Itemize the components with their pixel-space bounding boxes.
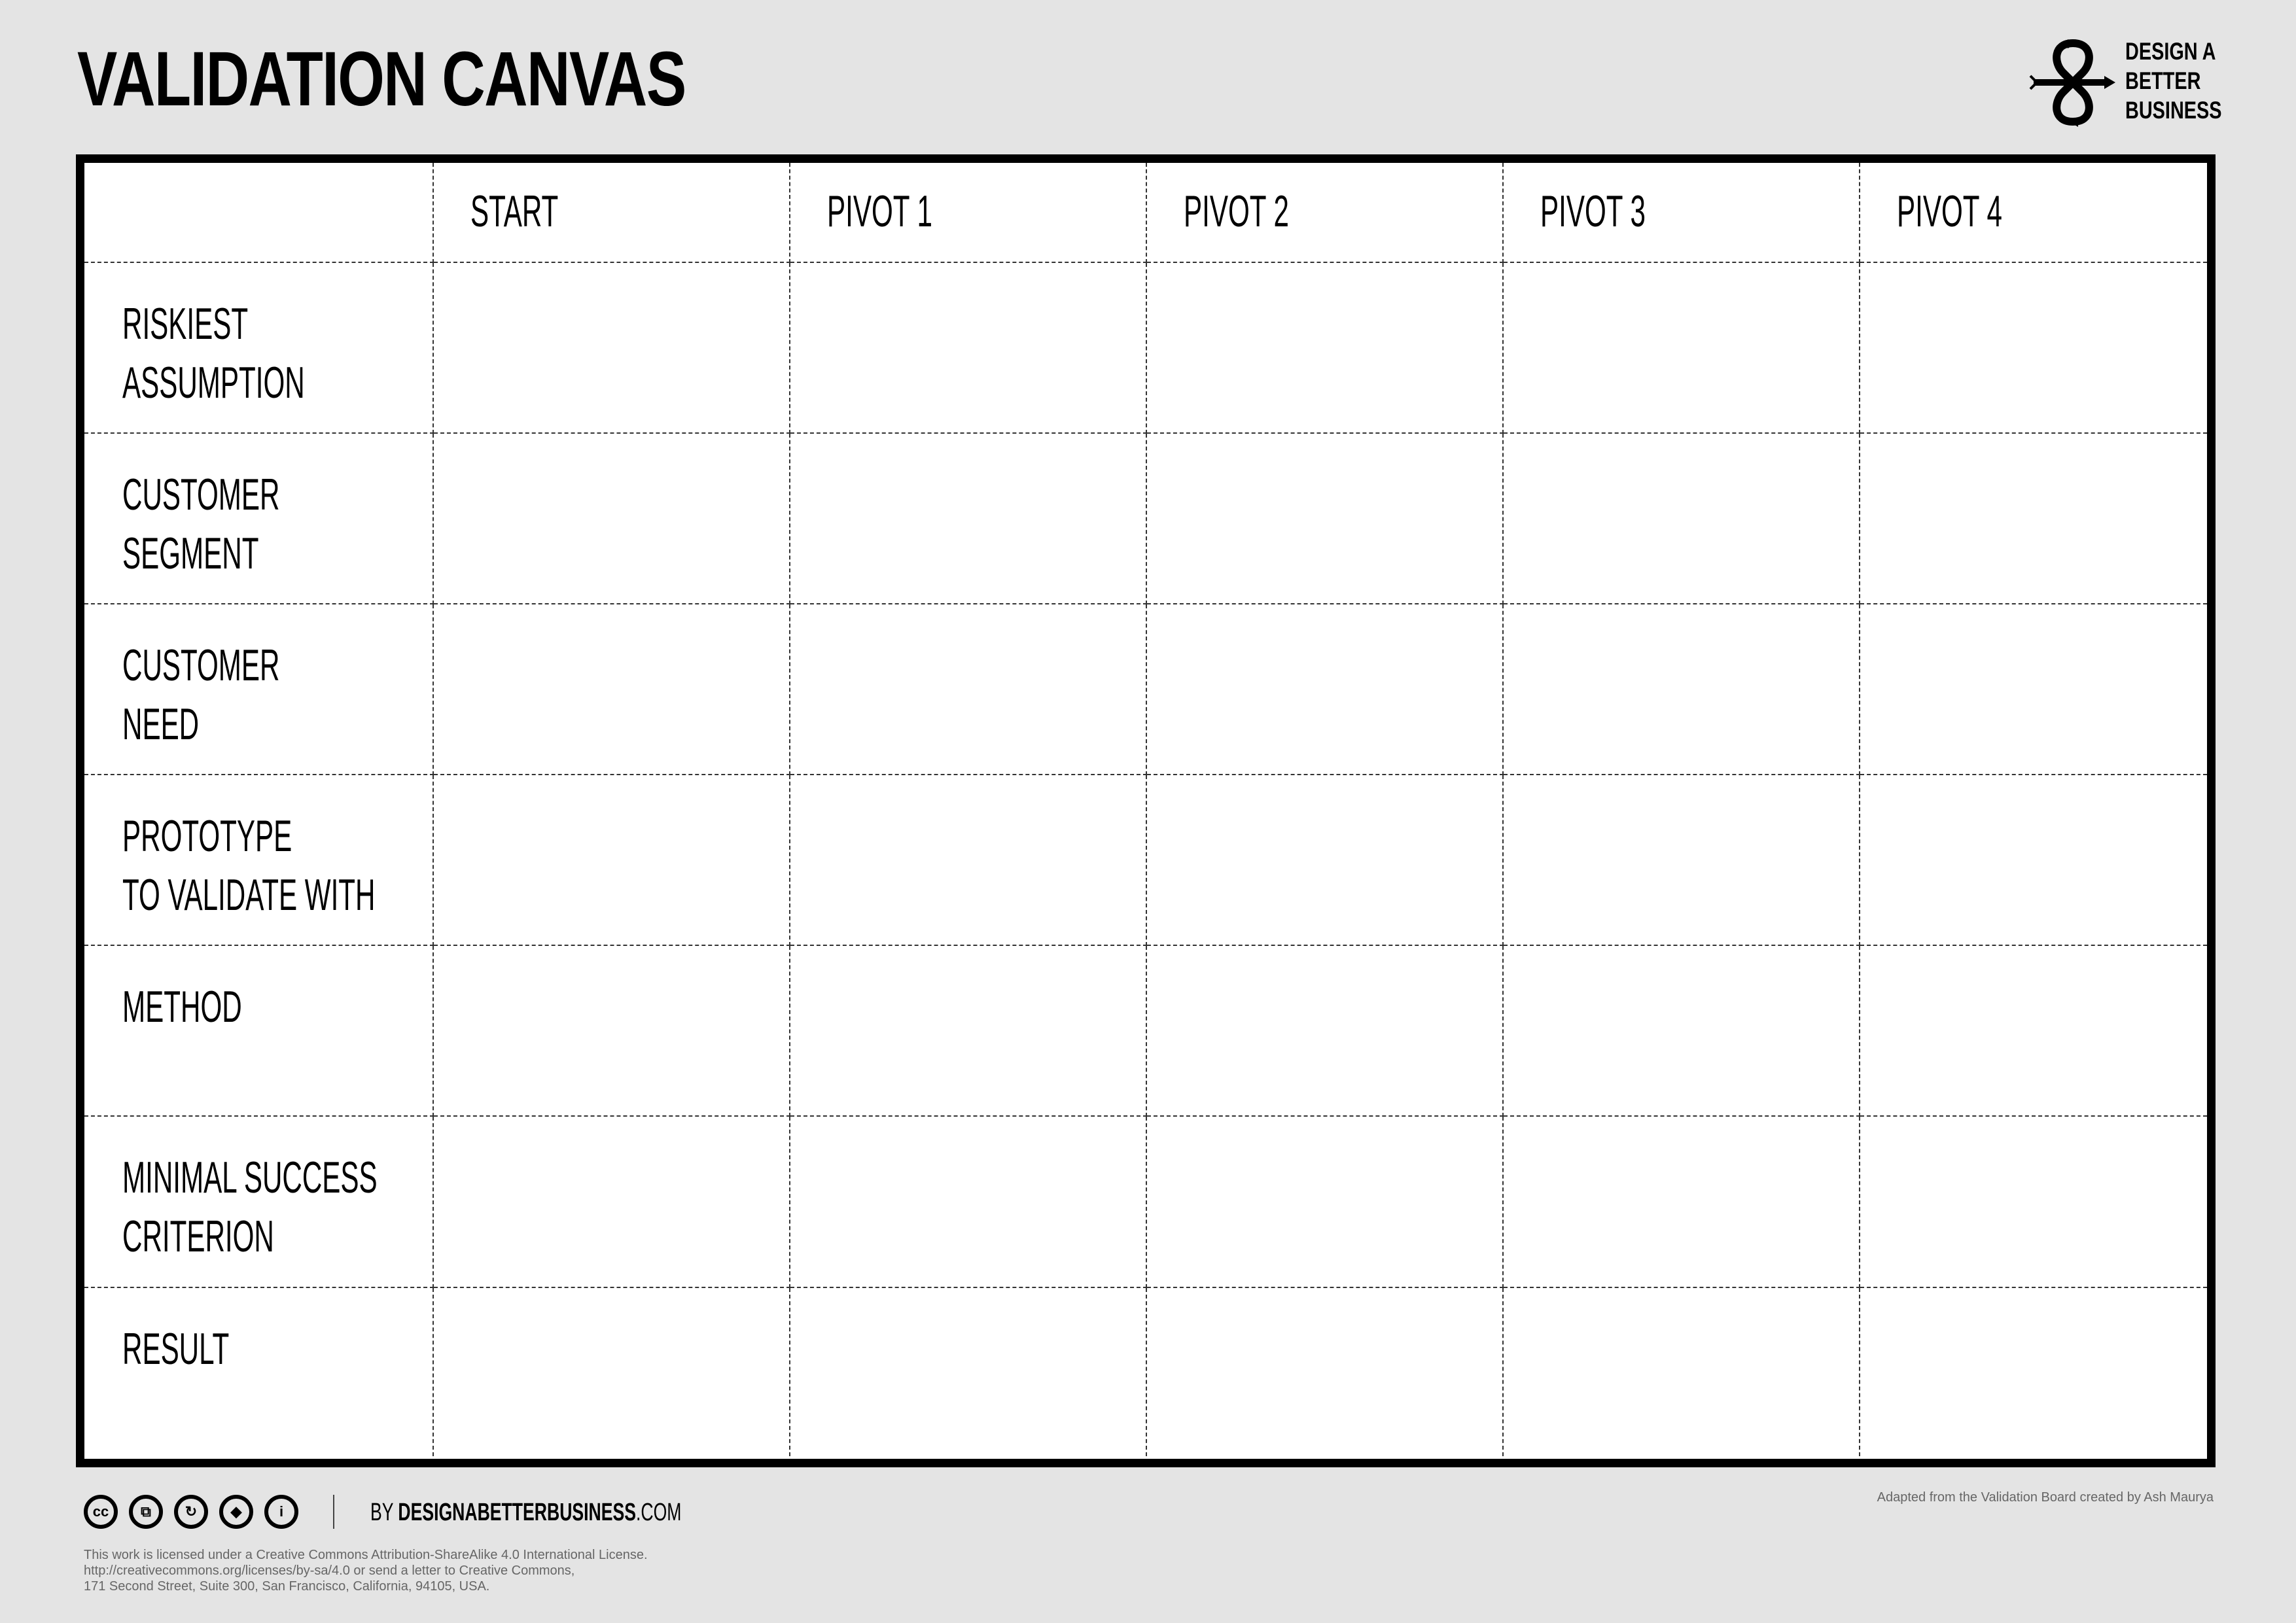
row-header-cell: RISKIEST ASSUMPTION [84,263,434,434]
row-header-line: ASSUMPTION [122,358,305,408]
byline[interactable]: BY DESIGNABETTERBUSINESS.COM [370,1500,681,1525]
column-header-cell: PIVOT 3 [1504,163,1860,263]
row-header-cell: PROTOTYPE TO VALIDATE WITH [84,775,434,946]
brand-line: BETTER [2125,67,2201,94]
cc-icon: cc [84,1495,118,1529]
canvas-input-cell[interactable] [1504,434,1860,604]
license-line: This work is licensed under a Creative C… [84,1548,648,1562]
canvas-input-cell[interactable] [1860,434,2207,604]
brand-line: DESIGN A [2125,38,2216,65]
license-text: This work is licensed under a Creative C… [84,1547,648,1594]
canvas-input-cell[interactable] [434,946,790,1117]
canvas-input-cell[interactable] [790,775,1147,946]
row-header: CUSTOMER SEGMENT [122,465,279,583]
column-header-cell: PIVOT 4 [1860,163,2207,263]
column-header: START [470,186,559,236]
row-header: METHOD [122,977,242,1036]
canvas-input-cell[interactable] [1860,946,2207,1117]
canvas-input-cell[interactable] [1147,946,1504,1117]
row-header-cell: RESULT [84,1288,434,1456]
canvas-input-cell[interactable] [1860,263,2207,434]
corner-cell [84,163,434,263]
page-title: VALIDATION CANVAS [77,36,686,122]
row-header-cell: CUSTOMER SEGMENT [84,434,434,604]
column-header-cell: START [434,163,790,263]
row-header: PROTOTYPE TO VALIDATE WITH [122,807,376,924]
row-header-cell: METHOD [84,946,434,1117]
canvas-input-cell[interactable] [1504,263,1860,434]
canvas-input-cell[interactable] [1860,604,2207,775]
share-alike-icon: ↻ [174,1495,208,1529]
canvas-input-cell[interactable] [790,604,1147,775]
canvas-input-cell[interactable] [434,263,790,434]
license-icons: cc ⧉ ↻ ◆ i [84,1495,298,1529]
row-header-line: METHOD [122,982,242,1032]
brand-name: DESIGN A BETTER BUSINESS [2125,37,2222,125]
brand-line: BUSINESS [2125,97,2222,124]
canvas-input-cell[interactable] [790,946,1147,1117]
row-header-line: MINIMAL SUCCESS [122,1153,378,1202]
canvas-input-cell[interactable] [790,263,1147,434]
noncommercial-icon: ◆ [219,1495,253,1529]
canvas-input-cell[interactable] [1504,604,1860,775]
row-header-line: NEED [122,699,200,749]
row-header-line: CUSTOMER [122,640,280,690]
column-header-cell: PIVOT 2 [1147,163,1504,263]
canvas-input-cell[interactable] [790,434,1147,604]
validation-canvas: START PIVOT 1 PIVOT 2 PIVOT 3 PIVOT 4 RISKIES… [76,154,2216,1467]
column-header: PIVOT 4 [1897,186,2002,236]
canvas-input-cell[interactable] [790,1117,1147,1288]
infinity-arrows-logo-icon [2029,39,2115,127]
canvas-input-cell[interactable] [434,434,790,604]
row-header-cell: MINIMAL SUCCESS CRITERION [84,1117,434,1288]
canvas-input-cell[interactable] [1147,604,1504,775]
canvas-input-cell[interactable] [1504,1117,1860,1288]
byline-prefix: BY [370,1499,398,1526]
row-header-line: PROTOTYPE [122,811,292,861]
column-header: PIVOT 1 [827,186,932,236]
column-header-cell: PIVOT 1 [790,163,1147,263]
row-header-line: CUSTOMER [122,470,280,519]
row-header: RISKIEST ASSUMPTION [122,294,305,412]
license-line: http://creativecommons.org/licenses/by-s… [84,1563,575,1578]
row-header: MINIMAL SUCCESS CRITERION [122,1148,378,1266]
row-header: CUSTOMER NEED [122,636,279,754]
canvas-input-cell[interactable] [1147,263,1504,434]
attribution-note: Adapted from the Validation Board create… [1877,1490,2214,1505]
canvas-grid: START PIVOT 1 PIVOT 2 PIVOT 3 PIVOT 4 RISKIES… [84,163,2207,1459]
row-header-cell: CUSTOMER NEED [84,604,434,775]
canvas-input-cell[interactable] [434,775,790,946]
column-header: PIVOT 2 [1184,186,1289,236]
canvas-input-cell[interactable] [1504,1288,1860,1456]
column-header: PIVOT 3 [1540,186,1646,236]
row-header-line: TO VALIDATE WITH [122,870,376,920]
canvas-input-cell[interactable] [1147,1288,1504,1456]
canvas-input-cell[interactable] [434,604,790,775]
row-header-line: RISKIEST [122,299,249,349]
canvas-input-cell[interactable] [1147,434,1504,604]
footer-divider [333,1495,334,1529]
attribution-person-icon: i [264,1495,298,1529]
row-header-line: RESULT [122,1324,230,1374]
row-header: RESULT [122,1319,229,1378]
canvas-input-cell[interactable] [1147,775,1504,946]
canvas-input-cell[interactable] [1860,775,2207,946]
canvas-input-cell[interactable] [1860,1117,2207,1288]
byline-domain: DESIGNABETTERBUSINESS [398,1499,636,1526]
canvas-input-cell[interactable] [790,1288,1147,1456]
canvas-input-cell[interactable] [1147,1117,1504,1288]
canvas-input-cell[interactable] [1860,1288,2207,1456]
row-header-line: SEGMENT [122,529,259,578]
canvas-input-cell[interactable] [1504,946,1860,1117]
brand-logo: DESIGN A BETTER BUSINESS [2027,37,2223,128]
canvas-input-cell[interactable] [1504,775,1860,946]
canvas-input-cell[interactable] [434,1288,790,1456]
license-line: 171 Second Street, Suite 300, San Franci… [84,1579,490,1594]
row-header-line: CRITERION [122,1212,274,1261]
byline-tld: .COM [635,1499,682,1526]
by-icon: ⧉ [129,1495,163,1529]
canvas-input-cell[interactable] [434,1117,790,1288]
